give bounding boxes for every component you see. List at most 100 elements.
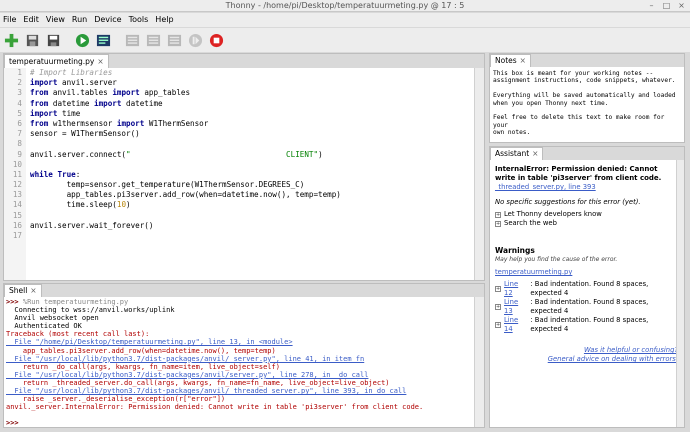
minimize-button[interactable]: – [647,1,656,10]
maximize-button[interactable]: □ [662,1,671,10]
option-label: Search the web [504,219,557,227]
notes-tab-row: Notes × [490,54,684,67]
option-label: Let Thonny developers know [504,210,602,218]
menu-view[interactable]: View [46,13,65,27]
editor-scrollbar[interactable] [474,68,484,280]
expand-icon[interactable]: + [495,286,501,292]
traceback-code: return _do_call(args, kwargs, fn_name=it… [6,362,280,371]
assistant-error-link[interactable]: _threaded_server.py, line 393 [495,183,678,192]
traceback-file-link[interactable]: File "/usr/local/lib/python3.7/dist-pack… [6,355,472,363]
step-into-button[interactable] [145,32,162,49]
window-controls: – □ × [647,1,686,10]
close-assistant-icon[interactable]: × [532,149,538,158]
line-number: 3 [17,88,22,98]
code-line: import anvil.server [30,78,117,88]
menu-file[interactable]: File [3,13,16,27]
resume-icon [188,33,203,47]
menu-device[interactable]: Device [94,13,121,27]
line-number: 4 [17,98,22,108]
traceback-file-link[interactable]: File "/usr/local/lib/python3.7/dist-pack… [6,387,472,395]
toolbar [0,28,690,52]
debug-icon [96,34,111,46]
stop-icon [209,33,224,47]
code-line: temp=sensor.get_temperature(W1ThermSenso… [30,180,305,190]
notes-line: Feel free to delete this text to make ro… [493,114,665,129]
code-editor[interactable]: 1 2 3 4 5 6 7 8 9 10 11 12 13 14 15 16 1… [4,68,474,280]
open-file-button[interactable] [24,32,41,49]
close-shell-icon[interactable]: × [30,286,36,295]
advice-link[interactable]: General advice on dealing with errors. [495,355,678,364]
expand-icon[interactable]: + [495,304,501,310]
feedback-link[interactable]: Was it helpful or confusing? [495,346,678,355]
line-number: 15 [12,210,22,220]
line-number: 13 [12,190,22,200]
editor-tab-row: temperatuurmeting.py × [4,54,484,68]
save-file-button[interactable] [45,32,62,49]
resume-button[interactable] [187,32,204,49]
notes-line: own notes. [493,129,531,137]
tab-assistant[interactable]: Assistant × [490,147,544,160]
window-titlebar: Thonny - /home/pi/Desktop/temperatuurmet… [0,0,690,12]
tab-temperatuurmeting[interactable]: temperatuurmeting.py × [4,54,109,68]
shell-pane: Shell × >>> %Run temperatuurmeting.py Con… [3,283,485,428]
tab-notes[interactable]: Notes × [490,54,531,67]
warning-item: + Line 12: Bad indentation. Found 8 space… [495,280,678,298]
shell-output-line: Connecting to wss://anvil.works/uplink [6,306,175,315]
menu-bar: File Edit View Run Device Tools Help [0,13,690,27]
shell-command-line: >>> %Run temperatuurmeting.py [6,298,472,306]
new-file-button[interactable] [3,32,20,49]
shell-tab-label: Shell [9,286,28,295]
menu-help[interactable]: Help [155,13,173,27]
menu-run[interactable]: Run [72,13,87,27]
line-number: 7 [17,129,22,139]
shell-scrollbar[interactable] [474,297,484,427]
warning-line-link[interactable]: Line 13 [504,298,527,316]
warning-text: : Bad indentation. Found 8 spaces, expec… [530,298,649,315]
notes-text[interactable]: This box is meant for your working notes… [493,70,681,137]
assistant-option[interactable]: + Let Thonny developers know [495,210,678,219]
warnings-heading: Warnings [495,246,535,255]
assistant-content: InternalError: Permission denied: Cannot… [495,165,678,364]
step-over-icon [125,34,140,46]
warning-line-link[interactable]: Line 12 [504,280,527,298]
step-out-button[interactable] [166,32,183,49]
run-button[interactable] [74,32,91,49]
shell-final-prompt[interactable]: >>> [6,419,472,425]
close-notes-icon[interactable]: × [520,56,526,65]
debug-button[interactable] [95,32,112,49]
shell-output-line: Anvil websocket open [6,314,99,323]
code-line: from anvil.tables import app_tables [30,88,191,98]
assistant-scrollbar[interactable] [676,160,684,427]
warning-line-link[interactable]: Line 14 [504,316,527,334]
menu-tools[interactable]: Tools [129,13,149,27]
line-number: 5 [17,108,22,118]
traceback-file-link[interactable]: File "/home/pi/Desktop/temperatuurmeting… [6,338,472,346]
assistant-error-title: InternalError: Permission denied: Cannot… [495,165,662,182]
shell-command: %Run temperatuurmeting.py [18,298,129,306]
line-number: 16 [12,220,22,230]
assistant-option[interactable]: + Search the web [495,219,678,228]
shell-output-line: Authenticated OK [6,322,82,331]
warnings-file-link[interactable]: temperatuurmeting.py [495,268,678,277]
notes-tab-label: Notes [495,56,517,65]
shell-output[interactable]: >>> %Run temperatuurmeting.py Connecting… [6,298,472,425]
close-tab-icon[interactable]: × [97,57,103,66]
shell-command-line [6,411,472,419]
expand-icon[interactable]: + [495,322,501,328]
warning-text: : Bad indentation. Found 8 spaces, expec… [530,280,649,297]
stop-button[interactable] [208,32,225,49]
line-number: 8 [17,139,22,149]
traceback-code: raise _server._deserialise_exception(r["… [6,395,226,404]
menu-edit[interactable]: Edit [23,13,39,27]
step-over-button[interactable] [124,32,141,49]
traceback-file-link[interactable]: File "/usr/local/lib/python3.7/dist-pack… [6,371,472,379]
line-number: 1 [17,68,22,77]
line-number-gutter: 1 2 3 4 5 6 7 8 9 10 11 12 13 14 15 16 1… [4,68,26,280]
line-number: 12 [12,180,22,190]
traceback-code: app_tables.pi3server.add_row(when=dateti… [6,346,276,355]
close-window-button[interactable]: × [677,1,686,10]
tab-shell[interactable]: Shell × [4,284,42,297]
code-line: app_tables.pi3server.add_row(when=dateti… [30,190,341,200]
